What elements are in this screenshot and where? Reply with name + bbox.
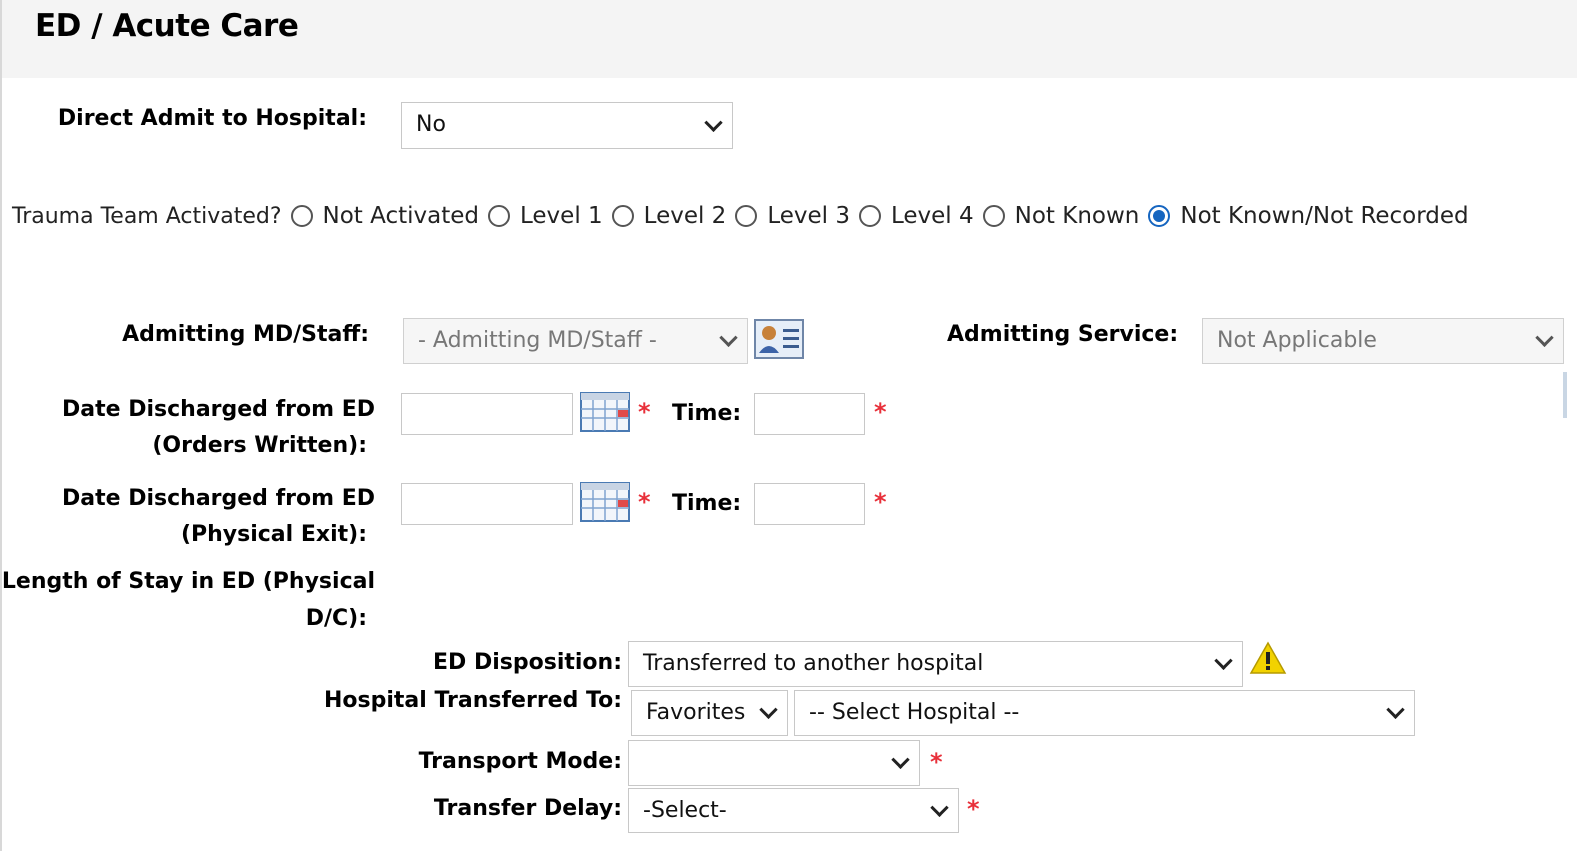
required-marker: * [874, 398, 887, 426]
radio-level-3[interactable] [735, 205, 758, 227]
radio-not-known[interactable] [982, 205, 1005, 227]
trauma-label: Trauma Team Activated? [12, 203, 282, 229]
chevron-down-icon [1386, 700, 1405, 719]
required-marker: * [930, 748, 943, 776]
transport-mode-select[interactable] [628, 740, 920, 786]
discharge-orders-date-input[interactable] [401, 393, 573, 435]
hospital-transferred-label: Hospital Transferred To: [323, 688, 622, 713]
staff-lookup-icon[interactable] [754, 319, 804, 359]
radio-label-level-4: Level 4 [890, 203, 974, 229]
length-of-stay-label-line2: D/C): [305, 606, 367, 631]
direct-admit-select[interactable]: No [401, 102, 733, 149]
calendar-icon[interactable] [580, 481, 630, 523]
required-marker: * [967, 795, 980, 823]
radio-not-known-not-recorded[interactable] [1148, 205, 1171, 227]
calendar-icon[interactable] [580, 391, 630, 433]
radio-level-2[interactable] [611, 205, 634, 227]
discharge-orders-label-line1: Date Discharged from ED [62, 397, 375, 422]
admitting-md-value: - Admitting MD/Staff - [418, 328, 657, 353]
radio-label-not-known-not-recorded: Not Known/Not Recorded [1180, 203, 1469, 229]
left-border [0, 0, 2, 851]
discharge-exit-label-line1: Date Discharged from ED [62, 486, 375, 511]
hospital-filter-select[interactable]: Favorites [631, 690, 788, 736]
transport-mode-label: Transport Mode: [418, 749, 622, 774]
ed-disposition-value: Transferred to another hospital [643, 651, 984, 676]
radio-not-activated[interactable] [290, 205, 313, 227]
direct-admit-value: No [416, 112, 446, 137]
required-marker: * [874, 488, 887, 516]
hospital-select[interactable]: -- Select Hospital -- [794, 690, 1415, 736]
discharge-orders-time-label: Time: [672, 401, 742, 426]
required-marker: * [638, 398, 651, 426]
discharge-exit-label-line2: (Physical Exit): [180, 522, 367, 547]
chevron-down-icon [759, 700, 778, 719]
direct-admit-label: Direct Admit to Hospital: [57, 106, 367, 131]
discharge-orders-label-line2: (Orders Written): [152, 433, 367, 458]
radio-label-not-activated: Not Activated [322, 203, 479, 229]
length-of-stay-label-line1: Length of Stay in ED (Physical [1, 569, 375, 594]
discharge-exit-time-label: Time: [672, 491, 742, 516]
chevron-down-icon [719, 328, 738, 347]
transfer-delay-select[interactable]: -Select- [628, 788, 959, 833]
admitting-md-label: Admitting MD/Staff: [122, 322, 369, 347]
discharge-exit-time-input[interactable] [754, 483, 865, 525]
scrollbar-thumb[interactable] [1563, 372, 1567, 418]
hospital-value: -- Select Hospital -- [809, 700, 1020, 725]
radio-label-level-2: Level 2 [643, 203, 727, 229]
hospital-filter-value: Favorites [646, 700, 746, 725]
section-title: ED / Acute Care [35, 8, 299, 44]
radio-level-4[interactable] [858, 205, 881, 227]
radio-level-1[interactable] [488, 205, 510, 227]
ed-disposition-label: ED Disposition: [433, 650, 622, 675]
admitting-service-label: Admitting Service: [947, 322, 1179, 347]
warning-icon [1249, 641, 1287, 674]
chevron-down-icon [930, 798, 949, 817]
radio-label-level-1: Level 1 [520, 203, 603, 229]
radio-label-not-known: Not Known [1014, 203, 1140, 229]
trauma-radio-group: Trauma Team Activated? Not Activated Lev… [12, 196, 1469, 236]
chevron-down-icon [1214, 651, 1233, 670]
chevron-down-icon [1535, 328, 1554, 347]
discharge-orders-time-input[interactable] [754, 393, 865, 435]
chevron-down-icon [704, 113, 723, 132]
ed-disposition-select[interactable]: Transferred to another hospital [628, 641, 1243, 687]
chevron-down-icon [891, 750, 910, 769]
admitting-service-value: Not Applicable [1217, 328, 1377, 353]
transfer-delay-value: -Select- [643, 798, 727, 823]
discharge-exit-date-input[interactable] [401, 483, 573, 525]
radio-label-level-3: Level 3 [767, 203, 850, 229]
required-marker: * [638, 488, 651, 516]
admitting-md-select[interactable]: - Admitting MD/Staff - [403, 318, 748, 364]
admitting-service-select[interactable]: Not Applicable [1202, 318, 1564, 364]
transfer-delay-label: Transfer Delay: [433, 796, 622, 821]
